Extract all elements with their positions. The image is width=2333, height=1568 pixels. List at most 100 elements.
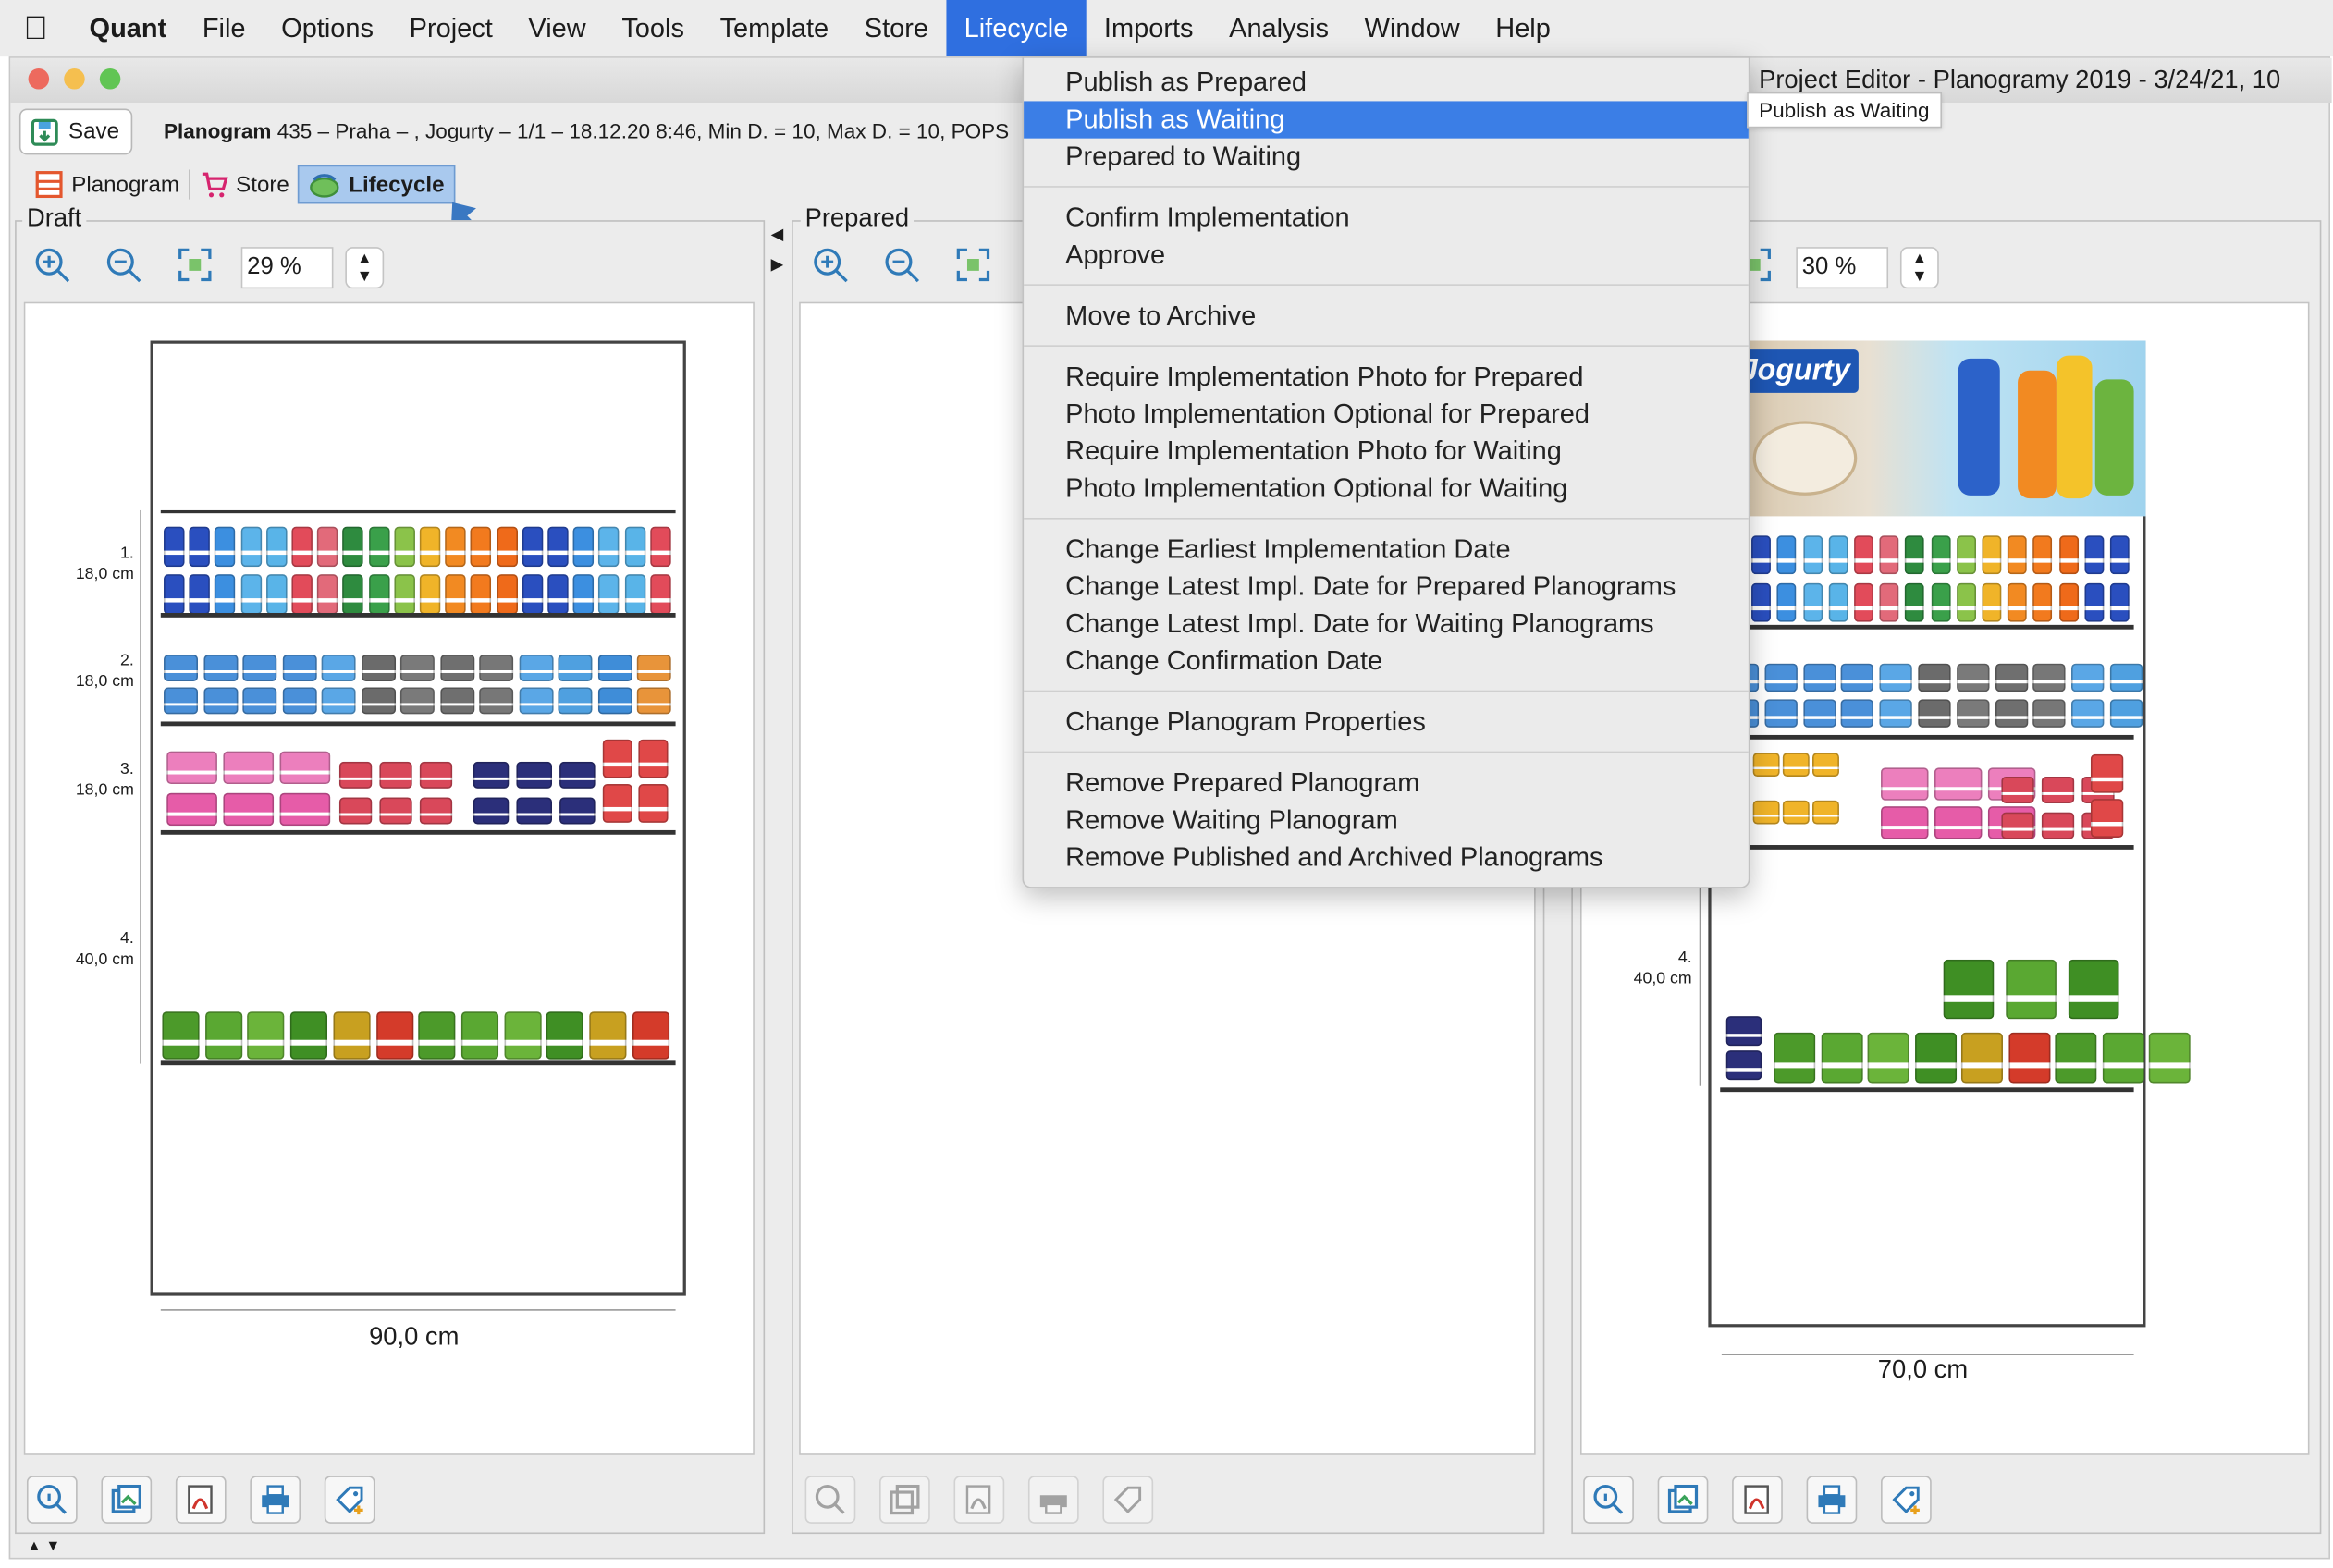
menu-options[interactable]: Options bbox=[264, 0, 391, 56]
product-facing[interactable] bbox=[1960, 1032, 2003, 1084]
product-facing[interactable] bbox=[2001, 777, 2034, 803]
product-facing[interactable] bbox=[473, 761, 510, 789]
product-facing[interactable] bbox=[1782, 800, 1810, 825]
product-facing[interactable] bbox=[2109, 535, 2130, 575]
product-facing[interactable] bbox=[2084, 535, 2105, 575]
splitter-arrows[interactable]: ◀ ▶ bbox=[771, 220, 784, 279]
product-facing[interactable] bbox=[473, 797, 510, 825]
menu-view[interactable]: View bbox=[510, 0, 604, 56]
product-facing[interactable] bbox=[1725, 1016, 1762, 1047]
menu-item-photo-optional-waiting[interactable]: Photo Implementation Optional for Waitin… bbox=[1024, 471, 1749, 508]
product-facing[interactable] bbox=[2008, 582, 2028, 622]
product-facing[interactable] bbox=[632, 1011, 669, 1060]
product-facing[interactable] bbox=[471, 574, 492, 615]
product-facing[interactable] bbox=[1914, 1032, 1957, 1084]
product-facing[interactable] bbox=[379, 797, 412, 825]
product-facing[interactable] bbox=[1881, 767, 1929, 801]
product-facing[interactable] bbox=[2071, 699, 2105, 728]
product-facing[interactable] bbox=[281, 687, 316, 715]
product-facing[interactable] bbox=[223, 751, 275, 785]
fit-to-view-icon[interactable] bbox=[953, 246, 992, 285]
product-facing[interactable] bbox=[164, 574, 185, 615]
product-facing[interactable] bbox=[2032, 663, 2067, 692]
product-facing[interactable] bbox=[1982, 582, 2002, 622]
menu-item-move-to-archive[interactable]: Move to Archive bbox=[1024, 298, 1749, 335]
product-facing[interactable] bbox=[240, 574, 262, 615]
waiting-zoom-field[interactable]: 30 % bbox=[1796, 247, 1889, 289]
resize-arrows[interactable]: ▲ ▼ bbox=[27, 1538, 60, 1555]
menu-item-photo-optional-prepared[interactable]: Photo Implementation Optional for Prepar… bbox=[1024, 396, 1749, 433]
menu-item-change-properties[interactable]: Change Planogram Properties bbox=[1024, 704, 1749, 741]
menu-analysis[interactable]: Analysis bbox=[1211, 0, 1346, 56]
product-facing[interactable] bbox=[2109, 582, 2130, 622]
product-facing[interactable] bbox=[636, 655, 671, 682]
product-facing[interactable] bbox=[215, 526, 236, 568]
product-facing[interactable] bbox=[291, 574, 313, 615]
pdf-export-button[interactable] bbox=[953, 1476, 1005, 1524]
product-facing[interactable] bbox=[338, 797, 373, 825]
product-facing[interactable] bbox=[333, 1011, 371, 1060]
product-facing[interactable] bbox=[624, 574, 645, 615]
product-facing[interactable] bbox=[361, 655, 396, 682]
product-facing[interactable] bbox=[317, 574, 338, 615]
product-facing[interactable] bbox=[624, 526, 645, 568]
product-facing[interactable] bbox=[240, 526, 262, 568]
menu-template[interactable]: Template bbox=[702, 0, 846, 56]
label-button[interactable] bbox=[1881, 1476, 1932, 1524]
product-facing[interactable] bbox=[375, 1011, 413, 1060]
product-facing[interactable] bbox=[223, 792, 275, 827]
product-facing[interactable] bbox=[164, 687, 199, 715]
minimize-window-button[interactable] bbox=[64, 68, 85, 90]
product-facing[interactable] bbox=[1867, 1032, 1909, 1084]
product-facing[interactable] bbox=[1725, 1050, 1762, 1081]
draft-zoom-field[interactable]: 29 % bbox=[240, 247, 334, 289]
product-facing[interactable] bbox=[598, 526, 620, 568]
product-facing[interactable] bbox=[2109, 699, 2143, 728]
label-button[interactable] bbox=[1102, 1476, 1154, 1524]
zoom-in-icon[interactable] bbox=[811, 246, 850, 285]
product-facing[interactable] bbox=[166, 751, 217, 785]
info-button[interactable] bbox=[1583, 1476, 1634, 1524]
product-facing[interactable] bbox=[636, 687, 671, 715]
product-facing[interactable] bbox=[1879, 535, 1899, 575]
menu-store[interactable]: Store bbox=[846, 0, 946, 56]
product-facing[interactable] bbox=[1777, 535, 1797, 575]
product-facing[interactable] bbox=[2008, 535, 2028, 575]
product-facing[interactable] bbox=[649, 526, 671, 568]
menu-item-change-latest-waiting[interactable]: Change Latest Impl. Date for Waiting Pla… bbox=[1024, 606, 1749, 643]
product-facing[interactable] bbox=[1956, 582, 1976, 622]
product-facing[interactable] bbox=[496, 574, 518, 615]
product-facing[interactable] bbox=[1777, 582, 1797, 622]
menu-item-remove-prepared[interactable]: Remove Prepared Planogram bbox=[1024, 765, 1749, 802]
product-facing[interactable] bbox=[479, 655, 514, 682]
product-facing[interactable] bbox=[522, 526, 544, 568]
product-facing[interactable] bbox=[204, 1011, 242, 1060]
product-facing[interactable] bbox=[638, 739, 669, 778]
product-facing[interactable] bbox=[2148, 1032, 2191, 1084]
product-facing[interactable] bbox=[1841, 663, 1874, 692]
product-facing[interactable] bbox=[589, 1011, 627, 1060]
product-facing[interactable] bbox=[2032, 535, 2053, 575]
product-facing[interactable] bbox=[439, 687, 474, 715]
product-facing[interactable] bbox=[279, 751, 331, 785]
product-facing[interactable] bbox=[1905, 582, 1925, 622]
waiting-zoom-stepper[interactable]: ▲ ▼ bbox=[1899, 247, 1939, 289]
product-facing[interactable] bbox=[1956, 535, 1976, 575]
product-facing[interactable] bbox=[1802, 535, 1823, 575]
product-facing[interactable] bbox=[2055, 1032, 2097, 1084]
tab-lifecycle[interactable]: Lifecycle bbox=[298, 165, 455, 204]
product-facing[interactable] bbox=[1956, 699, 1990, 728]
print-button[interactable] bbox=[250, 1476, 301, 1524]
product-facing[interactable] bbox=[2071, 663, 2105, 692]
zoom-window-button[interactable] bbox=[99, 68, 121, 90]
print-button[interactable] bbox=[1027, 1476, 1079, 1524]
label-button[interactable] bbox=[324, 1476, 375, 1524]
product-facing[interactable] bbox=[460, 1011, 498, 1060]
product-facing[interactable] bbox=[1841, 699, 1874, 728]
product-facing[interactable] bbox=[2068, 959, 2119, 1020]
product-facing[interactable] bbox=[547, 574, 569, 615]
image-export-button[interactable] bbox=[1657, 1476, 1709, 1524]
pdf-export-button[interactable] bbox=[175, 1476, 227, 1524]
product-facing[interactable] bbox=[602, 784, 632, 823]
draft-zoom-stepper[interactable]: ▲ ▼ bbox=[345, 247, 385, 289]
